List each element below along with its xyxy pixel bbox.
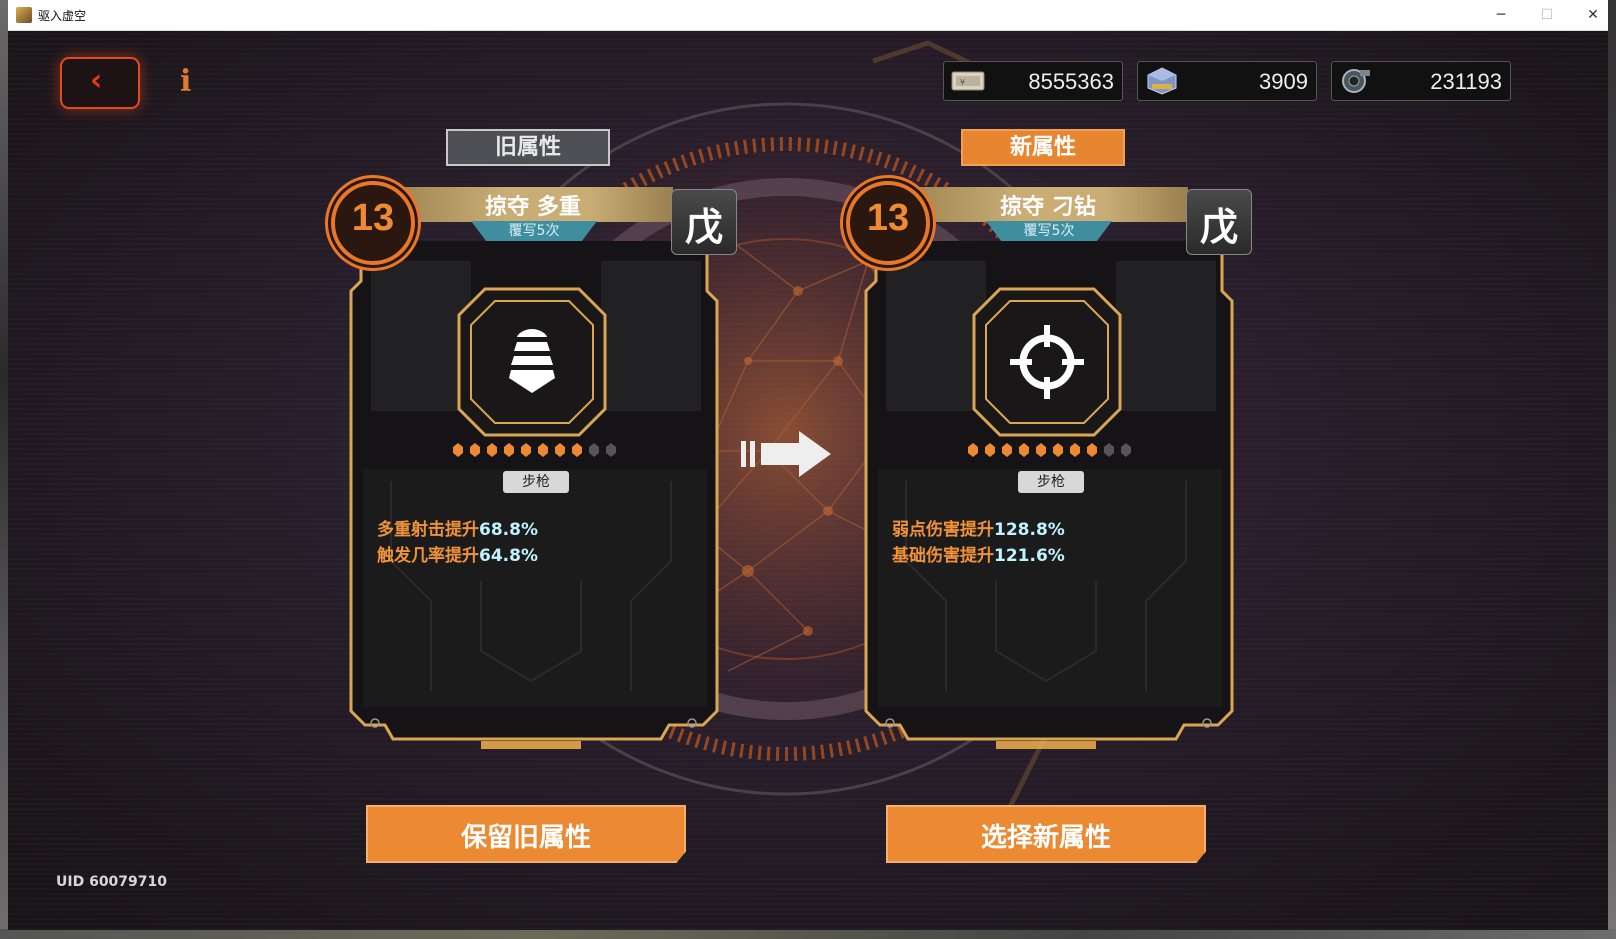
game-canvas: ‹ i ¥ 8555363 3909 231193 旧属性 新属性 掠夺 多重 … xyxy=(8,31,1608,930)
level-value: 13 xyxy=(351,197,395,239)
currency-ticket: ¥ 8555363 xyxy=(943,61,1123,101)
quality-pips xyxy=(453,443,616,457)
level-badge: 13 xyxy=(846,181,930,265)
level-value: 13 xyxy=(866,197,910,239)
user-id: UID 60079710 xyxy=(56,874,168,890)
new-attribute-card[interactable]: 掠夺 刁钻 覆写5次 13 戊 步枪 弱点伤害提升128.8% 基础伤害提升12… xyxy=(846,181,1252,761)
attribute-chip xyxy=(457,287,607,437)
currency-parts: 231193 xyxy=(1331,61,1511,101)
app-icon xyxy=(16,7,32,23)
cube-crystal-icon xyxy=(1147,67,1177,95)
grade-badge: 戊 xyxy=(1186,189,1252,255)
stat-label: 多重射击提升 xyxy=(377,520,479,540)
weapon-type-tag: 步枪 xyxy=(1018,471,1084,493)
window-title: 驱入虚空 xyxy=(38,9,87,23)
stat-line: 基础伤害提升121.6% xyxy=(892,541,1065,566)
currency-value: 8555363 xyxy=(1028,69,1114,94)
grade-value: 戊 xyxy=(684,205,723,249)
keep-old-label: 保留旧属性 xyxy=(460,823,591,853)
svg-text:¥: ¥ xyxy=(960,78,965,87)
new-attribute-label: 新属性 xyxy=(961,129,1125,166)
attribute-name: 掠夺 刁钻 xyxy=(1000,195,1096,220)
stat-label: 弱点伤害提升 xyxy=(892,520,994,540)
attribute-name: 掠夺 多重 xyxy=(485,195,581,220)
stat-value: 128.8% xyxy=(994,520,1065,540)
old-attribute-label: 旧属性 xyxy=(446,129,610,166)
right-arrow-icon xyxy=(741,431,831,477)
info-icon[interactable]: i xyxy=(180,64,191,99)
minimize-button[interactable]: ─ xyxy=(1478,0,1524,30)
weapon-type-tag: 步枪 xyxy=(503,471,569,493)
grade-value: 戊 xyxy=(1199,205,1238,249)
attribute-chip xyxy=(972,287,1122,437)
stat-value: 64.8% xyxy=(479,546,538,566)
desktop-background-left xyxy=(0,0,8,939)
back-button[interactable]: ‹ xyxy=(60,57,140,109)
back-arrow-icon: ‹ xyxy=(90,63,103,98)
quality-pips xyxy=(968,443,1131,457)
title-bar[interactable]: 驱入虚空 ─ ☐ ✕ xyxy=(8,0,1608,31)
stat-value: 68.8% xyxy=(479,520,538,540)
maximize-button[interactable]: ☐ xyxy=(1524,0,1570,30)
choose-new-attribute-button[interactable]: 选择新属性 xyxy=(886,805,1206,863)
level-badge: 13 xyxy=(331,181,415,265)
currency-value: 3909 xyxy=(1259,69,1308,94)
stat-label: 基础伤害提升 xyxy=(892,546,994,566)
desktop-background-right xyxy=(1608,0,1616,939)
currency-value: 231193 xyxy=(1430,69,1502,94)
stat-label: 触发几率提升 xyxy=(377,546,479,566)
close-button[interactable]: ✕ xyxy=(1570,0,1616,30)
grade-badge: 戊 xyxy=(671,189,737,255)
choose-new-label: 选择新属性 xyxy=(980,823,1111,853)
gear-part-icon xyxy=(1342,69,1370,93)
game-window: 驱入虚空 ─ ☐ ✕ ‹ i ¥ 8555363 3909 231193 旧属性… xyxy=(8,0,1608,930)
old-attribute-card[interactable]: 掠夺 多重 覆写5次 13 戊 步枪 多重射击提升68.8% 触发几率提升64.… xyxy=(331,181,737,761)
ticket-icon: ¥ xyxy=(951,71,985,91)
stat-line: 多重射击提升68.8% xyxy=(377,515,538,540)
stat-line: 弱点伤害提升128.8% xyxy=(892,515,1065,540)
desktop-background-bottom xyxy=(0,929,1616,939)
stat-line: 触发几率提升64.8% xyxy=(377,541,538,566)
keep-old-attribute-button[interactable]: 保留旧属性 xyxy=(366,805,686,863)
currency-crystal: 3909 xyxy=(1137,61,1317,101)
rewrite-count: 覆写5次 xyxy=(1023,223,1075,239)
background-ring-decoration xyxy=(439,40,1133,834)
stat-value: 121.6% xyxy=(994,546,1065,566)
rewrite-count: 覆写5次 xyxy=(508,223,560,239)
